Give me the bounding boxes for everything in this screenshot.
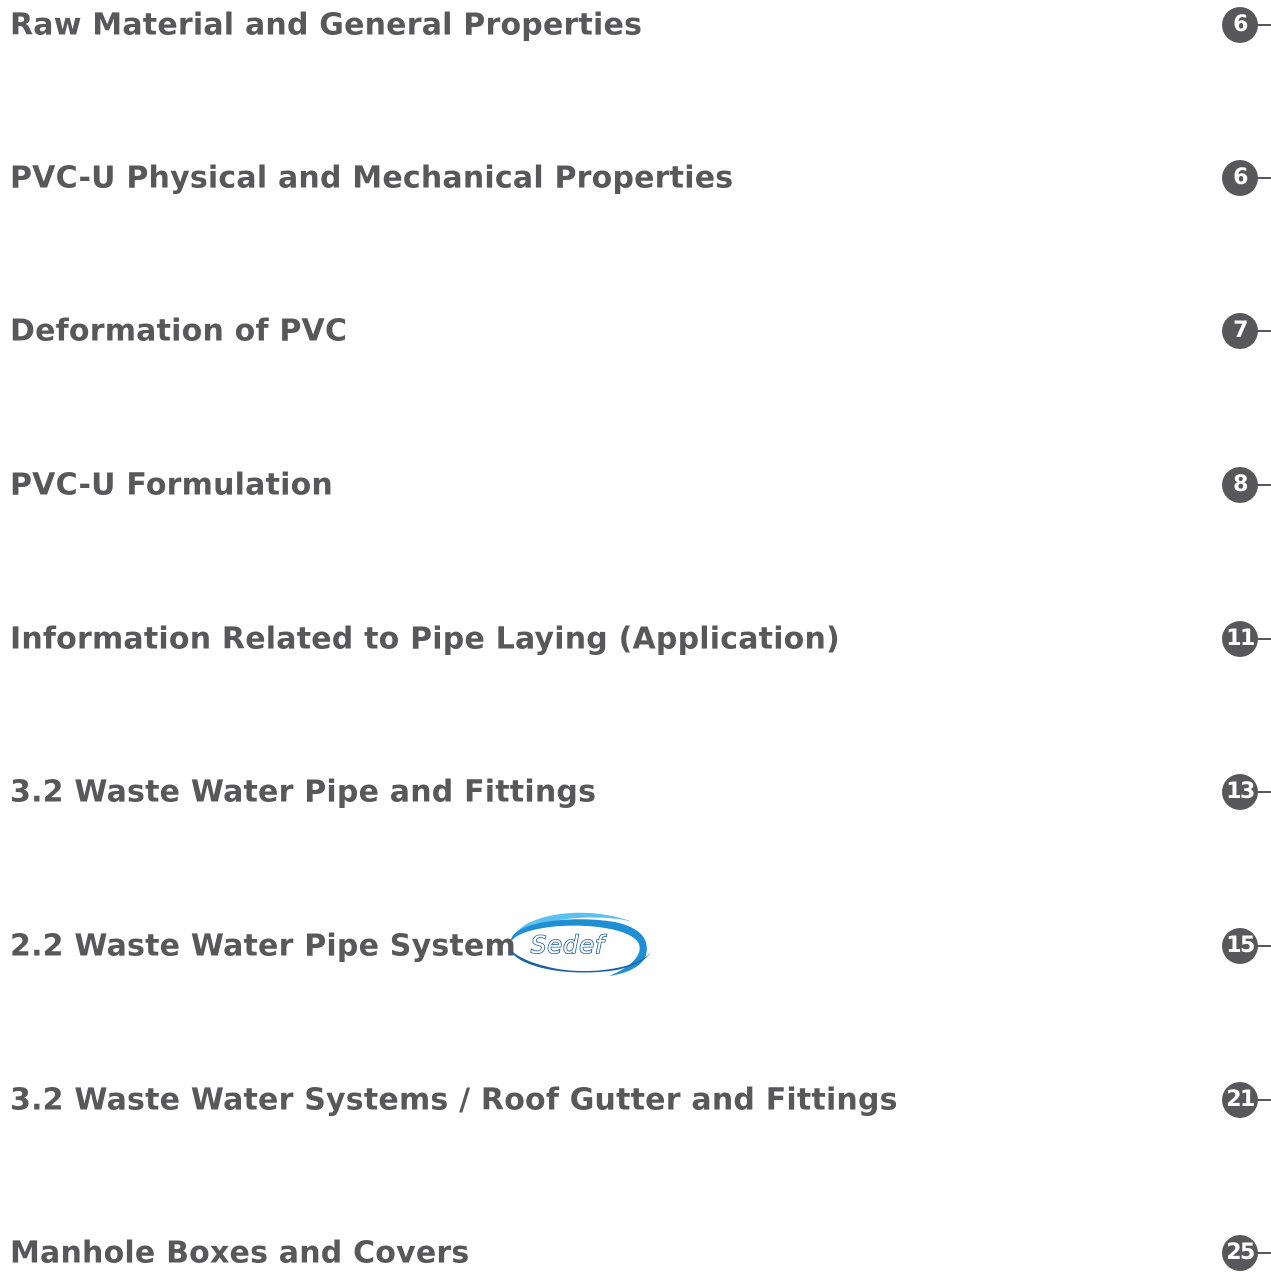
table-of-contents: Raw Material and General Properties 6 PV… <box>0 0 1271 1271</box>
toc-entry-title[interactable]: Raw Material and General Properties <box>10 8 642 43</box>
page-number-badge: 21 <box>1222 1082 1258 1118</box>
toc-entry-title[interactable]: PVC-U Formulation <box>10 468 333 503</box>
leader-dash <box>1256 638 1271 640</box>
page-number-badge: 8 <box>1222 467 1258 503</box>
toc-entry-title[interactable]: 2.2 Waste Water Pipe System <box>10 929 516 964</box>
page-number-badge: 25 <box>1222 1235 1258 1271</box>
leader-dash <box>1256 330 1271 332</box>
toc-entry-title[interactable]: Deformation of PVC <box>10 314 347 349</box>
toc-entry-title[interactable]: 3.2 Waste Water Pipe and Fittings <box>10 775 596 810</box>
page-number-marker: 6 <box>1222 160 1271 196</box>
page-number-marker: 21 <box>1222 1082 1271 1118</box>
leader-dash <box>1256 791 1271 793</box>
toc-entry[interactable]: Information Related to Pipe Laying (Appl… <box>0 609 1271 669</box>
page-number-badge: 6 <box>1222 160 1258 196</box>
sedef-logo-graphic: Sedef <box>509 912 651 976</box>
leader-dash <box>1256 177 1271 179</box>
toc-entry[interactable]: Deformation of PVC 7 <box>0 301 1271 361</box>
toc-entry-title[interactable]: Manhole Boxes and Covers <box>10 1236 469 1271</box>
leader-dash <box>1256 24 1271 26</box>
toc-entry-title[interactable]: Information Related to Pipe Laying (Appl… <box>10 622 840 657</box>
leader-dash <box>1256 1252 1271 1254</box>
toc-entry[interactable]: Raw Material and General Properties 6 <box>0 0 1271 55</box>
logo-wordmark: Sedef <box>531 931 607 959</box>
leader-dash <box>1256 484 1271 486</box>
toc-entry[interactable]: PVC-U Formulation 8 <box>0 455 1271 515</box>
page-number-marker: 25 <box>1222 1235 1271 1271</box>
toc-entry-title[interactable]: PVC-U Physical and Mechanical Properties <box>10 161 733 196</box>
toc-entry-title[interactable]: 3.2 Waste Water Systems / Roof Gutter an… <box>10 1083 898 1118</box>
page-number-marker: 15 <box>1222 928 1271 964</box>
page-number-badge: 6 <box>1222 7 1258 43</box>
page-number-marker: 11 <box>1222 621 1271 657</box>
leader-dash <box>1256 945 1271 947</box>
page-number-marker: 7 <box>1222 313 1271 349</box>
page-number-badge: 15 <box>1222 928 1258 964</box>
toc-entry[interactable]: PVC-U Physical and Mechanical Properties… <box>0 148 1271 208</box>
page-number-badge: 7 <box>1222 313 1258 349</box>
leader-dash <box>1256 1099 1271 1101</box>
page-number-badge: 11 <box>1222 621 1258 657</box>
page-number-marker: 13 <box>1222 774 1271 810</box>
page-number-marker: 6 <box>1222 7 1271 43</box>
toc-entry[interactable]: Manhole Boxes and Covers 25 <box>0 1223 1271 1283</box>
page-number-marker: 8 <box>1222 467 1271 503</box>
toc-entry[interactable]: 3.2 Waste Water Systems / Roof Gutter an… <box>0 1070 1271 1130</box>
page-number-badge: 13 <box>1222 774 1258 810</box>
toc-entry[interactable]: 3.2 Waste Water Pipe and Fittings 13 <box>0 762 1271 822</box>
sedef-logo: Sedef <box>505 908 653 978</box>
